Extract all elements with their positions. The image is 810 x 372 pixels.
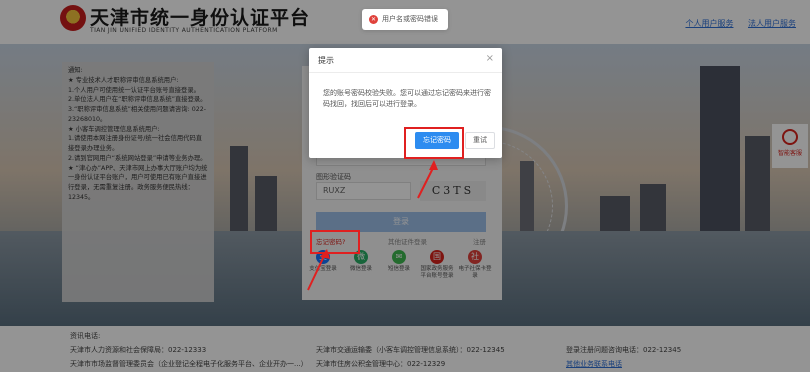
annotation-box-forgot-link	[310, 230, 360, 254]
divider	[309, 72, 502, 73]
retry-button[interactable]: 重试	[465, 132, 495, 149]
error-icon: ✕	[369, 15, 378, 24]
dialog-message: 您的账号密码校验失败。您可以通过忘记密码来进行密码找回，找回后可以进行登录。	[323, 89, 491, 108]
annotation-box-forgot-button	[404, 127, 464, 159]
toast-text: 用户名或密码错误	[382, 15, 438, 23]
error-toast: ✕ 用户名或密码错误	[362, 9, 448, 30]
close-icon[interactable]: ×	[486, 53, 494, 64]
dialog-title: 提示	[318, 56, 334, 65]
